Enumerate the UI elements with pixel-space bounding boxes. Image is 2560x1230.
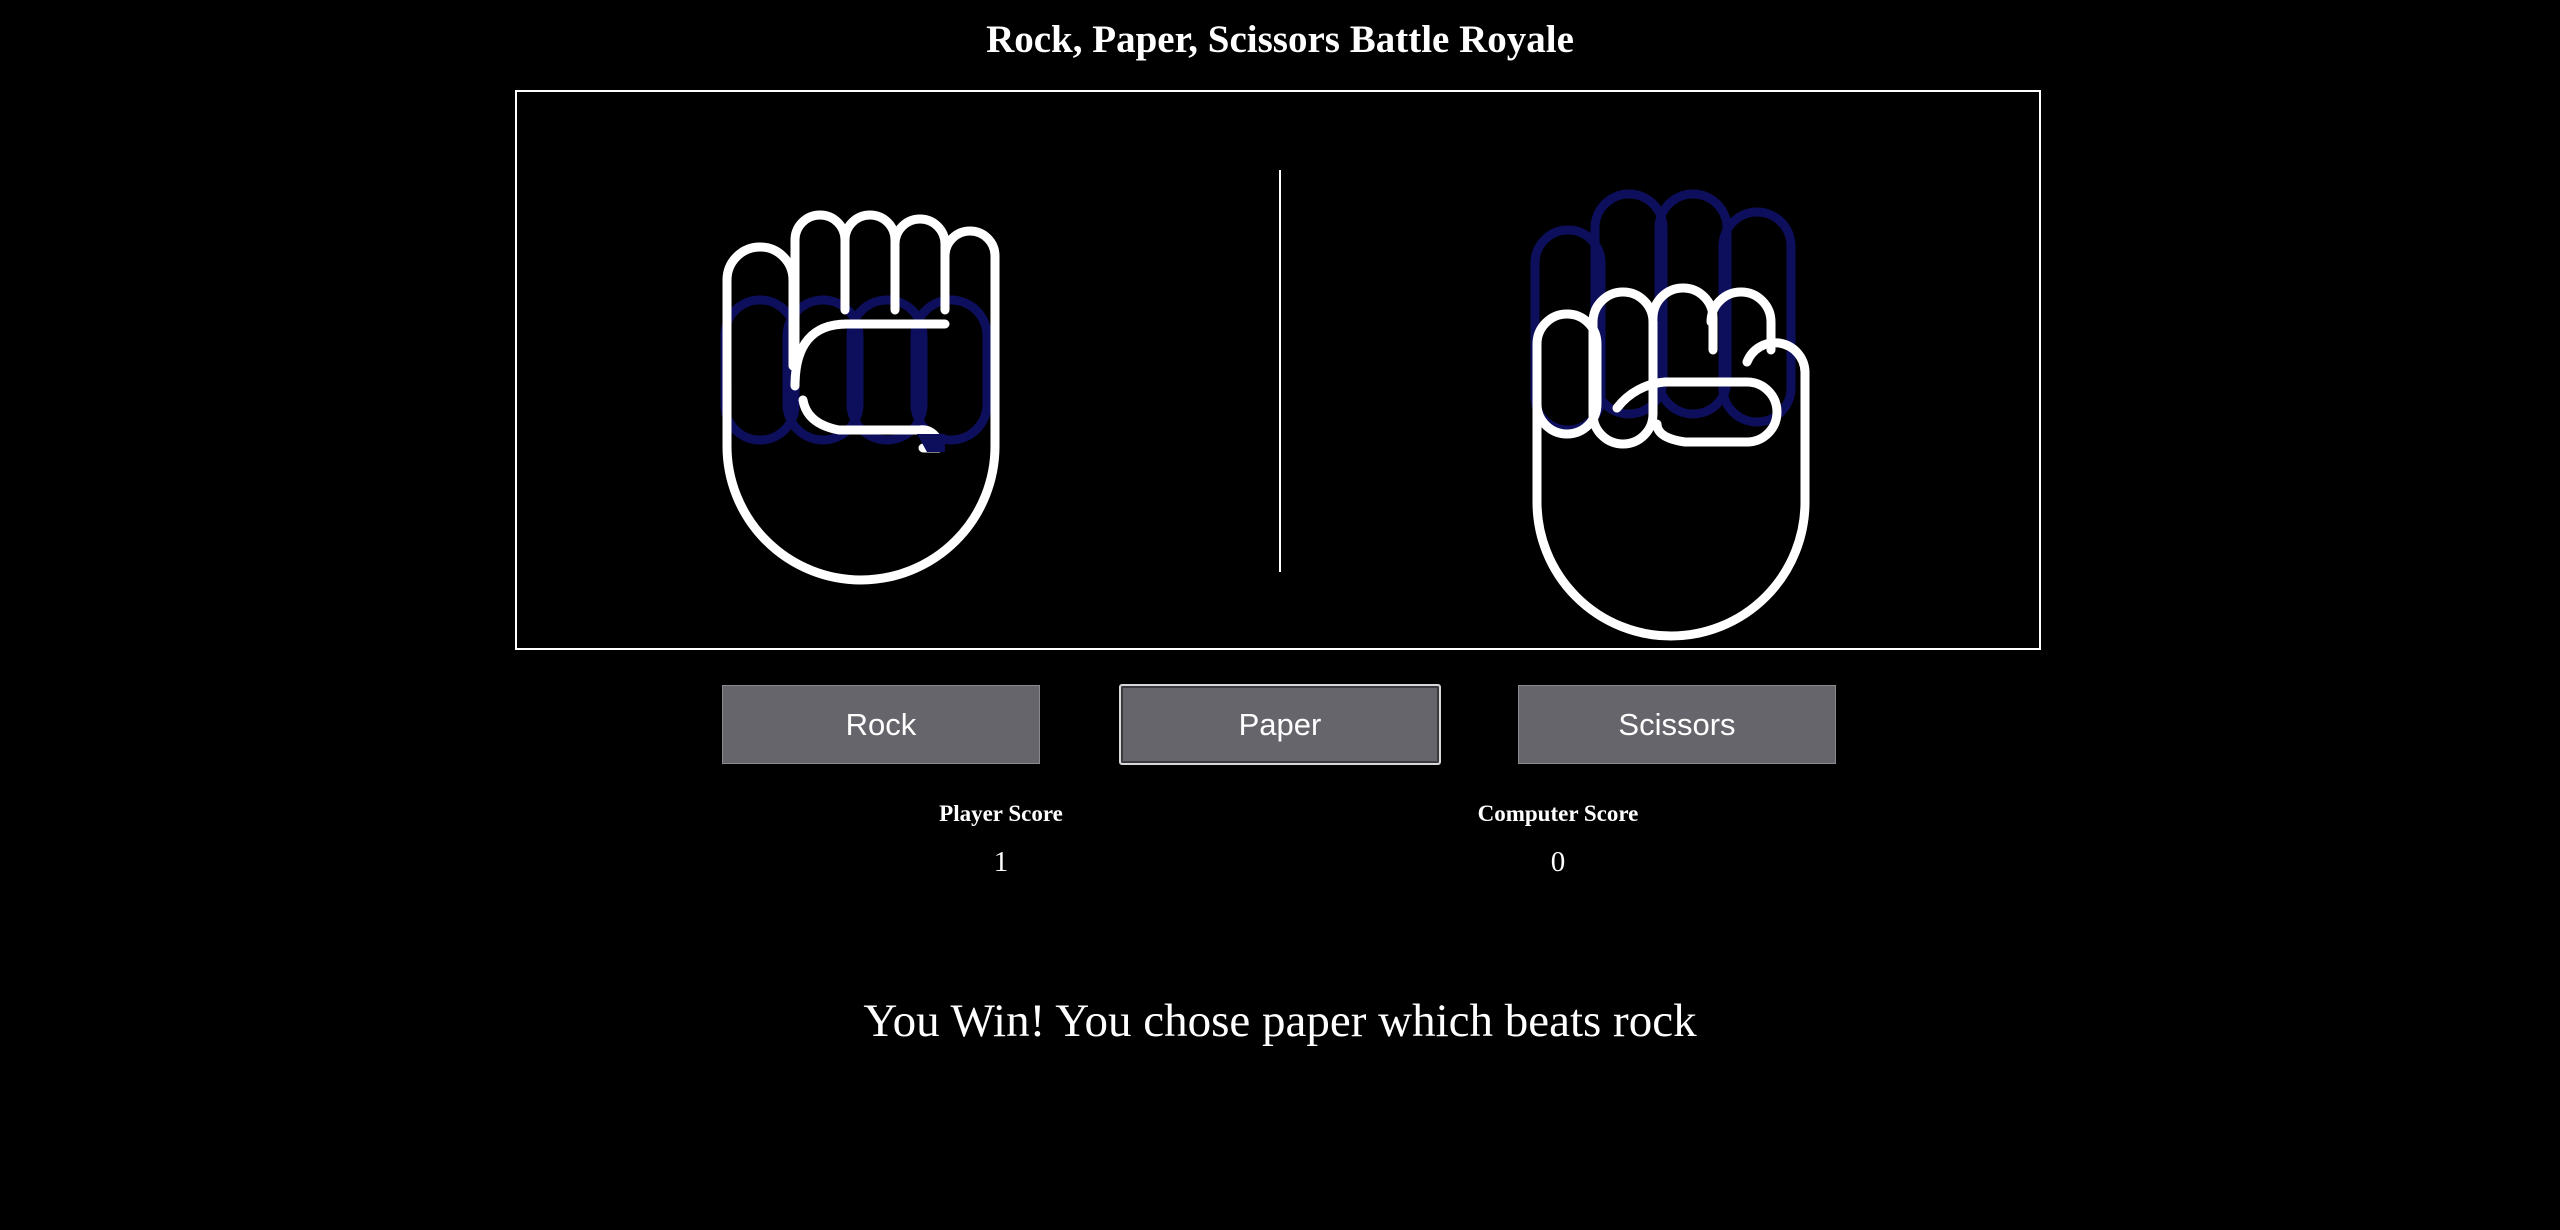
player-score-value: 1 [993, 846, 1009, 878]
player-score: Player Score 1 [851, 798, 1151, 882]
player-score-label: Player Score [939, 801, 1063, 826]
battle-arena [515, 90, 2041, 650]
scissors-button[interactable]: Scissors [1518, 685, 1836, 764]
arena-divider [1279, 170, 1281, 572]
game-page: Rock, Paper, Scissors Battle Royale Rock… [0, 0, 2560, 1230]
computer-rock-hand-icon [1530, 189, 1810, 641]
page-title: Rock, Paper, Scissors Battle Royale [986, 18, 1574, 61]
computer-hand-icon [1515, 172, 1855, 641]
computer-score-value: 0 [1550, 846, 1566, 878]
player-hand-icon [707, 172, 1047, 585]
rock-button[interactable]: Rock [722, 685, 1040, 764]
computer-score-label: Computer Score [1477, 801, 1639, 826]
choice-buttons: Rock Paper Scissors [0, 684, 2560, 765]
paper-button[interactable]: Paper [1119, 684, 1441, 765]
computer-score: Computer Score 0 [1408, 798, 1708, 882]
result-message: You Win! You chose paper which beats roc… [863, 995, 1697, 1047]
player-rock-hand-icon [720, 210, 1000, 585]
